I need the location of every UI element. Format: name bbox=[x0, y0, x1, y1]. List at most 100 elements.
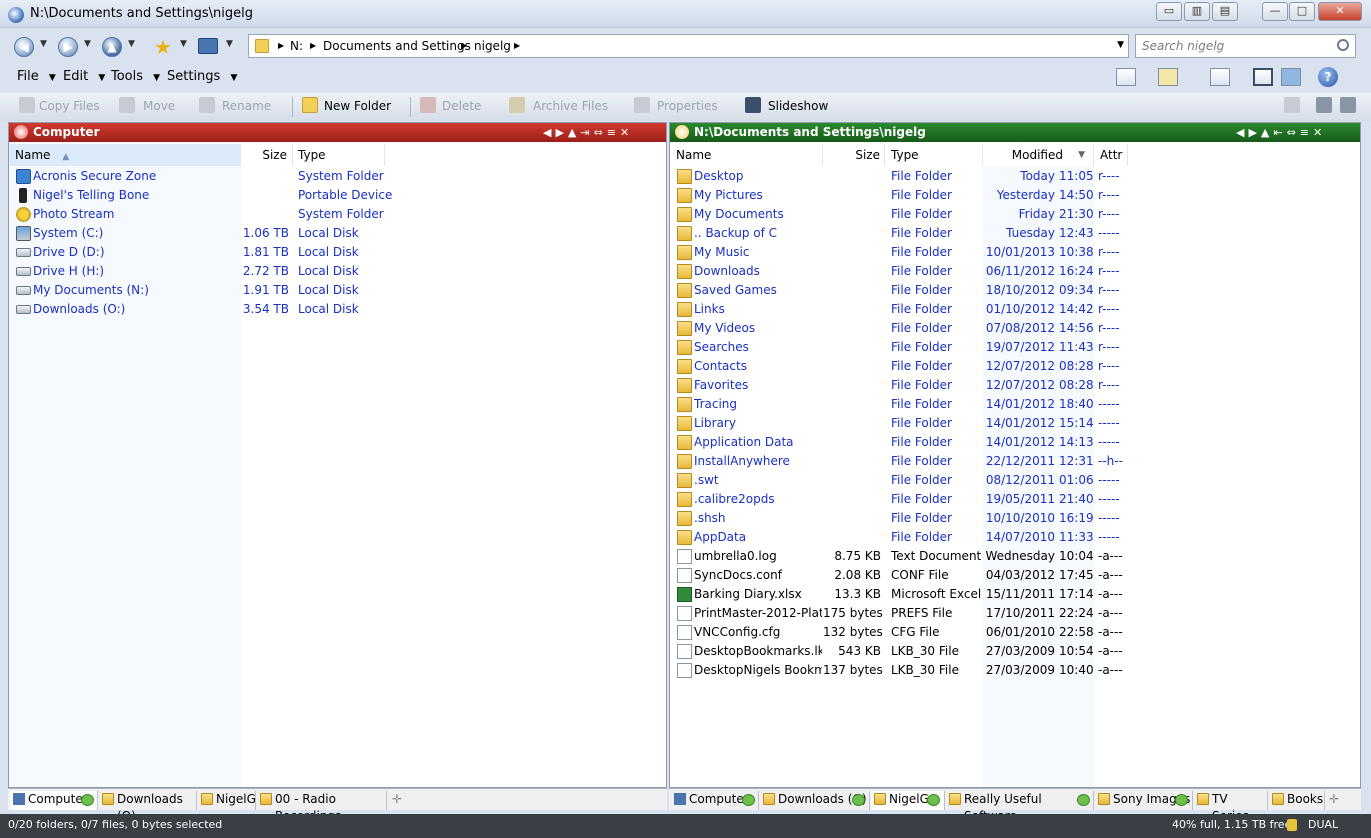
item-name[interactable]: Links bbox=[694, 300, 822, 319]
item-name[interactable]: Nigel's Telling Bone bbox=[33, 186, 149, 205]
column-header-attr[interactable]: Attr bbox=[1094, 144, 1128, 166]
list-item[interactable]: Searches File Folder 19/07/2012 11:43 r---- bbox=[670, 338, 1360, 357]
list-item[interactable]: AppData File Folder 14/07/2010 11:33 ----- bbox=[670, 528, 1360, 547]
rename-button[interactable]: Rename bbox=[222, 99, 271, 113]
address-bar[interactable]: ▶ N: ▶ Documents and Settings ▶ nigelg ▶… bbox=[248, 34, 1129, 58]
tab-really-useful-software[interactable]: Really Useful Software bbox=[946, 791, 1094, 823]
pane-controls-icon[interactable]: ◀▶▲⇥⇔≡✕ bbox=[543, 123, 633, 142]
item-name[interactable]: Downloads (O:) bbox=[33, 300, 125, 319]
tab-downloads[interactable]: Downloads (O) bbox=[760, 791, 870, 810]
item-name[interactable]: DesktopBookmarks.lkb_30 bbox=[694, 642, 822, 661]
minimize-button[interactable]: — bbox=[1262, 2, 1288, 21]
item-name[interactable]: Drive H (H:) bbox=[33, 262, 104, 281]
item-name[interactable]: umbrella0.log bbox=[694, 547, 822, 566]
dual-pane-icon[interactable] bbox=[1253, 68, 1273, 86]
list-item[interactable]: DesktopBookmarks.lkb_30 543 KB LKB_30 File… bbox=[670, 642, 1360, 661]
list-item[interactable]: My Documents File Folder Friday 21:30 r---- bbox=[670, 205, 1360, 224]
column-header-type[interactable]: Type bbox=[293, 144, 385, 166]
list-item[interactable]: Barking Diary.xlsx 13.3 KB Microsoft Excel… bbox=[670, 585, 1360, 604]
list-item[interactable]: .. Backup of C File Folder Tuesday 12:43 ---… bbox=[670, 224, 1360, 243]
address-dropdown-icon[interactable]: ▼ bbox=[1117, 40, 1124, 50]
list-item[interactable]: Application Data File Folder 14/01/2012 14:… bbox=[670, 433, 1360, 452]
tab-books[interactable]: Books bbox=[1269, 791, 1325, 810]
item-name[interactable]: Desktop bbox=[694, 167, 822, 186]
breadcrumb-documents-and-settings[interactable]: Documents and Settings bbox=[323, 39, 471, 53]
new-tab-icon[interactable]: ✛ bbox=[1329, 792, 1339, 806]
item-name[interactable]: AppData bbox=[694, 528, 822, 547]
list-item[interactable]: umbrella0.log 8.75 KB Text Document Wednesd… bbox=[670, 547, 1360, 566]
item-name[interactable]: Searches bbox=[694, 338, 822, 357]
item-name[interactable]: SyncDocs.conf bbox=[694, 566, 822, 585]
list-item[interactable]: Tracing File Folder 14/01/2012 18:40 ----- bbox=[670, 395, 1360, 414]
tab-tv-series[interactable]: TV Series bbox=[1194, 791, 1268, 823]
favorites-dropdown-icon[interactable]: ▼ bbox=[180, 39, 187, 49]
search-input[interactable]: Search nigelg bbox=[1135, 34, 1356, 58]
close-button[interactable]: ✕ bbox=[1318, 2, 1362, 21]
column-header-name[interactable]: Name ▲ bbox=[9, 144, 241, 166]
list-item[interactable]: PrintMaster-2012-Platin...175 bytes PREFS… bbox=[670, 604, 1360, 623]
column-header-name[interactable]: Name bbox=[670, 144, 823, 166]
menu-edit[interactable]: Edit ▼ bbox=[63, 69, 105, 84]
list-item[interactable]: Drive D (D:) 1.81 TB Local Disk bbox=[9, 243, 666, 262]
item-name[interactable]: Photo Stream bbox=[33, 205, 114, 224]
item-name[interactable]: .calibre2opds bbox=[694, 490, 822, 509]
list-item[interactable]: Acronis Secure Zone System Folder bbox=[9, 167, 666, 186]
preview-pane-icon[interactable] bbox=[1281, 68, 1301, 86]
chevron-right-icon[interactable]: ▶ bbox=[461, 41, 467, 50]
up-icon[interactable]: ▲ bbox=[102, 37, 122, 57]
list-item[interactable]: .shsh File Folder 10/10/2010 16:19 ----- bbox=[670, 509, 1360, 528]
back-dropdown-icon[interactable]: ▼ bbox=[40, 39, 47, 49]
item-name[interactable]: My Documents bbox=[694, 205, 822, 224]
item-name[interactable]: My Documents (N:) bbox=[33, 281, 149, 300]
item-name[interactable]: DesktopNigels Bookmark... bbox=[694, 661, 822, 680]
list-item[interactable]: Saved Games File Folder 18/10/2012 09:34 r--… bbox=[670, 281, 1360, 300]
tab-nigelg[interactable]: NigelG bbox=[198, 791, 256, 810]
new-folder-button[interactable]: New Folder bbox=[324, 99, 391, 113]
breadcrumb-drive[interactable]: N: bbox=[290, 39, 303, 53]
item-name[interactable]: My Music bbox=[694, 243, 822, 262]
help-icon[interactable]: ? bbox=[1318, 67, 1338, 87]
delete-button[interactable]: Delete bbox=[442, 99, 481, 113]
tab-computer[interactable]: Computer bbox=[10, 791, 98, 810]
tab-nigelg[interactable]: NigelG bbox=[871, 791, 945, 810]
list-item[interactable]: Downloads (O:) 3.54 TB Local Disk bbox=[9, 300, 666, 319]
list-item[interactable]: My Pictures File Folder Yesterday 14:50 r---… bbox=[670, 186, 1360, 205]
item-name[interactable]: .shsh bbox=[694, 509, 822, 528]
list-item[interactable]: Library File Folder 14/01/2012 15:14 ----- bbox=[670, 414, 1360, 433]
tab-downloads[interactable]: Downloads (O) bbox=[99, 791, 197, 823]
item-name[interactable]: Acronis Secure Zone bbox=[33, 167, 156, 186]
list-item[interactable]: SyncDocs.conf 2.08 KB CONF File 04/03/2012 1… bbox=[670, 566, 1360, 585]
options-icon[interactable] bbox=[1340, 97, 1356, 113]
breadcrumb-nigelg[interactable]: nigelg bbox=[474, 39, 511, 53]
menu-tools[interactable]: Tools ▼ bbox=[111, 69, 160, 84]
item-name[interactable]: PrintMaster-2012-Platin... bbox=[694, 604, 822, 623]
item-name[interactable]: Saved Games bbox=[694, 281, 822, 300]
item-name[interactable]: My Pictures bbox=[694, 186, 822, 205]
list-item[interactable]: Drive H (H:) 2.72 TB Local Disk bbox=[9, 262, 666, 281]
item-name[interactable]: VNCConfig.cfg bbox=[694, 623, 822, 642]
pane-controls-icon[interactable]: ◀▶▲⇤⇔≡✕ bbox=[1236, 123, 1326, 142]
item-name[interactable]: Application Data bbox=[694, 433, 822, 452]
computer-icon[interactable] bbox=[198, 38, 218, 54]
item-name[interactable]: System (C:) bbox=[33, 224, 103, 243]
item-name[interactable]: Favorites bbox=[694, 376, 822, 395]
archive-files-button[interactable]: Archive Files bbox=[533, 99, 608, 113]
panes-icon[interactable]: ▤ bbox=[1212, 2, 1238, 21]
list-item[interactable]: System (C:) 1.06 TB Local Disk bbox=[9, 224, 666, 243]
column-header-size[interactable]: Size bbox=[823, 144, 885, 166]
list-item[interactable]: Nigel's Telling Bone Portable Device bbox=[9, 186, 666, 205]
new-tab-icon[interactable]: ✛ bbox=[392, 792, 402, 806]
item-name[interactable]: My Videos bbox=[694, 319, 822, 338]
search-icon[interactable] bbox=[1337, 39, 1349, 51]
chevron-right-icon[interactable]: ▶ bbox=[278, 41, 284, 50]
list-item[interactable]: Desktop File Folder Today 11:05 r---- bbox=[670, 167, 1360, 186]
list-item[interactable]: InstallAnywhere File Folder 22/12/2011 12:3… bbox=[670, 452, 1360, 471]
computer-dropdown-icon[interactable]: ▼ bbox=[226, 39, 233, 49]
list-item[interactable]: VNCConfig.cfg 132 bytes CFG File 06/01/2010… bbox=[670, 623, 1360, 642]
item-name[interactable]: Library bbox=[694, 414, 822, 433]
list-item[interactable]: My Videos File Folder 07/08/2012 14:56 r---- bbox=[670, 319, 1360, 338]
view-mode-icon[interactable] bbox=[1116, 68, 1136, 86]
item-name[interactable]: Barking Diary.xlsx bbox=[694, 585, 822, 604]
up-dropdown-icon[interactable]: ▼ bbox=[128, 39, 135, 49]
maximize-button[interactable]: □ bbox=[1289, 2, 1315, 21]
